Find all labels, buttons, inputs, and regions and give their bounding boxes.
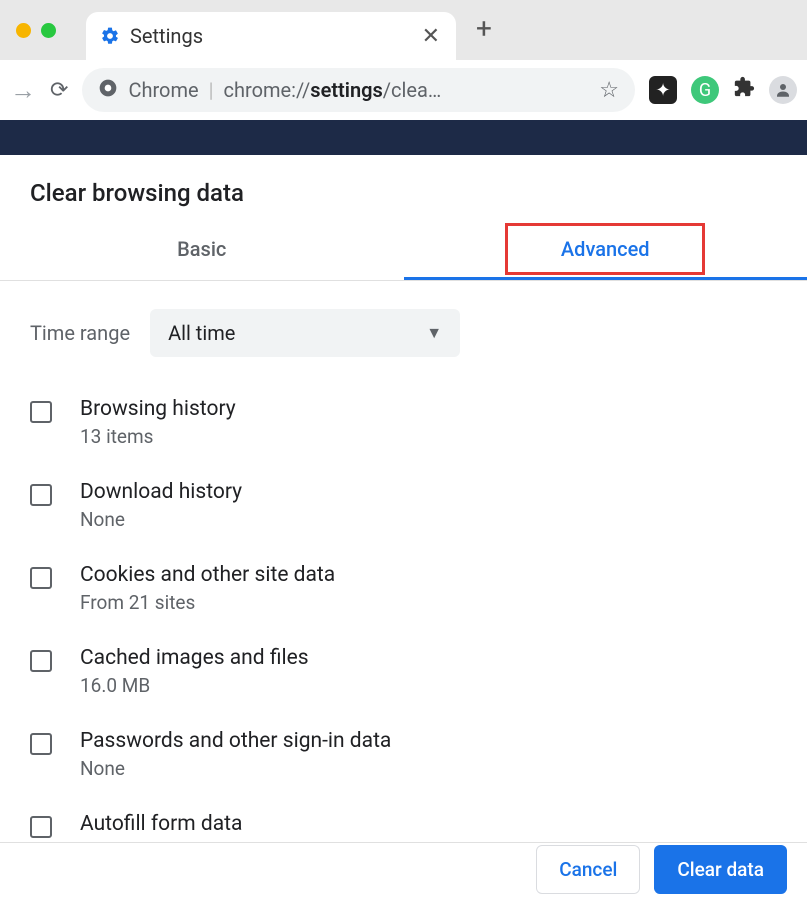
- profile-avatar-icon[interactable]: [769, 76, 797, 104]
- browser-tab[interactable]: Settings ✕: [86, 12, 456, 60]
- time-range-value: All time: [168, 321, 235, 345]
- close-tab-icon[interactable]: ✕: [420, 24, 442, 49]
- option-title: Cached images and files: [80, 646, 309, 670]
- extension-icon-1[interactable]: ✦: [649, 76, 677, 104]
- tab-strip: Settings ✕ +: [0, 0, 807, 60]
- settings-gear-icon: [100, 26, 120, 46]
- options-list: Browsing history 13 items Download histo…: [30, 381, 777, 842]
- chrome-logo-icon: [98, 78, 118, 103]
- option-passwords: Passwords and other sign-in data None: [30, 713, 777, 796]
- tab-title: Settings: [130, 24, 410, 48]
- option-title: Cookies and other site data: [80, 563, 335, 587]
- dialog-tabs: Basic Advanced: [0, 219, 807, 281]
- option-autofill: Autofill form data: [30, 796, 777, 842]
- option-subtitle: 13 items: [80, 425, 236, 448]
- new-tab-button[interactable]: +: [476, 12, 492, 45]
- tab-advanced[interactable]: Advanced: [404, 219, 807, 280]
- checkbox-autofill[interactable]: [30, 816, 52, 838]
- cancel-button[interactable]: Cancel: [536, 845, 640, 894]
- checkbox-cookies[interactable]: [30, 567, 52, 589]
- dialog-divider: [0, 842, 807, 843]
- option-subtitle: None: [80, 757, 391, 780]
- option-cache: Cached images and files 16.0 MB: [30, 630, 777, 713]
- address-bar[interactable]: Chrome | chrome://settings/clea… ☆: [82, 68, 635, 112]
- option-download-history: Download history None: [30, 464, 777, 547]
- url-suffix: /clea…: [383, 78, 441, 102]
- maximize-window-button[interactable]: [41, 23, 56, 38]
- window-controls: [16, 23, 56, 38]
- checkbox-passwords[interactable]: [30, 733, 52, 755]
- tab-advanced-label: Advanced: [561, 237, 650, 261]
- time-range-select[interactable]: All time ▼: [150, 309, 460, 357]
- time-range-row: Time range All time ▼: [30, 309, 777, 357]
- url-prefix: chrome://: [224, 78, 311, 102]
- checkbox-cache[interactable]: [30, 650, 52, 672]
- tab-basic[interactable]: Basic: [0, 219, 404, 280]
- option-title: Autofill form data: [80, 812, 242, 836]
- option-browsing-history: Browsing history 13 items: [30, 381, 777, 464]
- chevron-down-icon: ▼: [426, 323, 442, 343]
- clear-browsing-data-dialog: Clear browsing data Basic Advanced Time …: [0, 155, 807, 843]
- time-range-label: Time range: [30, 321, 130, 345]
- reload-button[interactable]: ⟳: [50, 78, 68, 103]
- option-title: Download history: [80, 480, 242, 504]
- checkbox-browsing-history[interactable]: [30, 401, 52, 423]
- option-subtitle: From 21 sites: [80, 591, 335, 614]
- option-subtitle: None: [80, 508, 242, 531]
- browser-toolbar: → ⟳ Chrome | chrome://settings/clea… ☆ ✦…: [0, 60, 807, 120]
- checkbox-download-history[interactable]: [30, 484, 52, 506]
- minimize-window-button[interactable]: [16, 23, 31, 38]
- option-title: Browsing history: [80, 397, 236, 421]
- clear-data-button[interactable]: Clear data: [654, 845, 787, 894]
- extensions-puzzle-icon[interactable]: [733, 76, 755, 104]
- settings-header-bar: [0, 120, 807, 155]
- forward-button[interactable]: →: [10, 75, 36, 106]
- omnibox-app-label: Chrome: [128, 78, 198, 102]
- url-bold-part: settings: [310, 78, 383, 102]
- bookmark-star-icon[interactable]: ☆: [599, 78, 619, 103]
- option-cookies: Cookies and other site data From 21 site…: [30, 547, 777, 630]
- extension-icon-grammarly[interactable]: G: [691, 76, 719, 104]
- omnibox-url: chrome://settings/clea…: [224, 78, 590, 102]
- dialog-footer: Cancel Clear data: [536, 845, 787, 894]
- omnibox-divider: |: [209, 78, 214, 102]
- option-title: Passwords and other sign-in data: [80, 729, 391, 753]
- dialog-title: Clear browsing data: [30, 179, 777, 207]
- option-subtitle: 16.0 MB: [80, 674, 309, 697]
